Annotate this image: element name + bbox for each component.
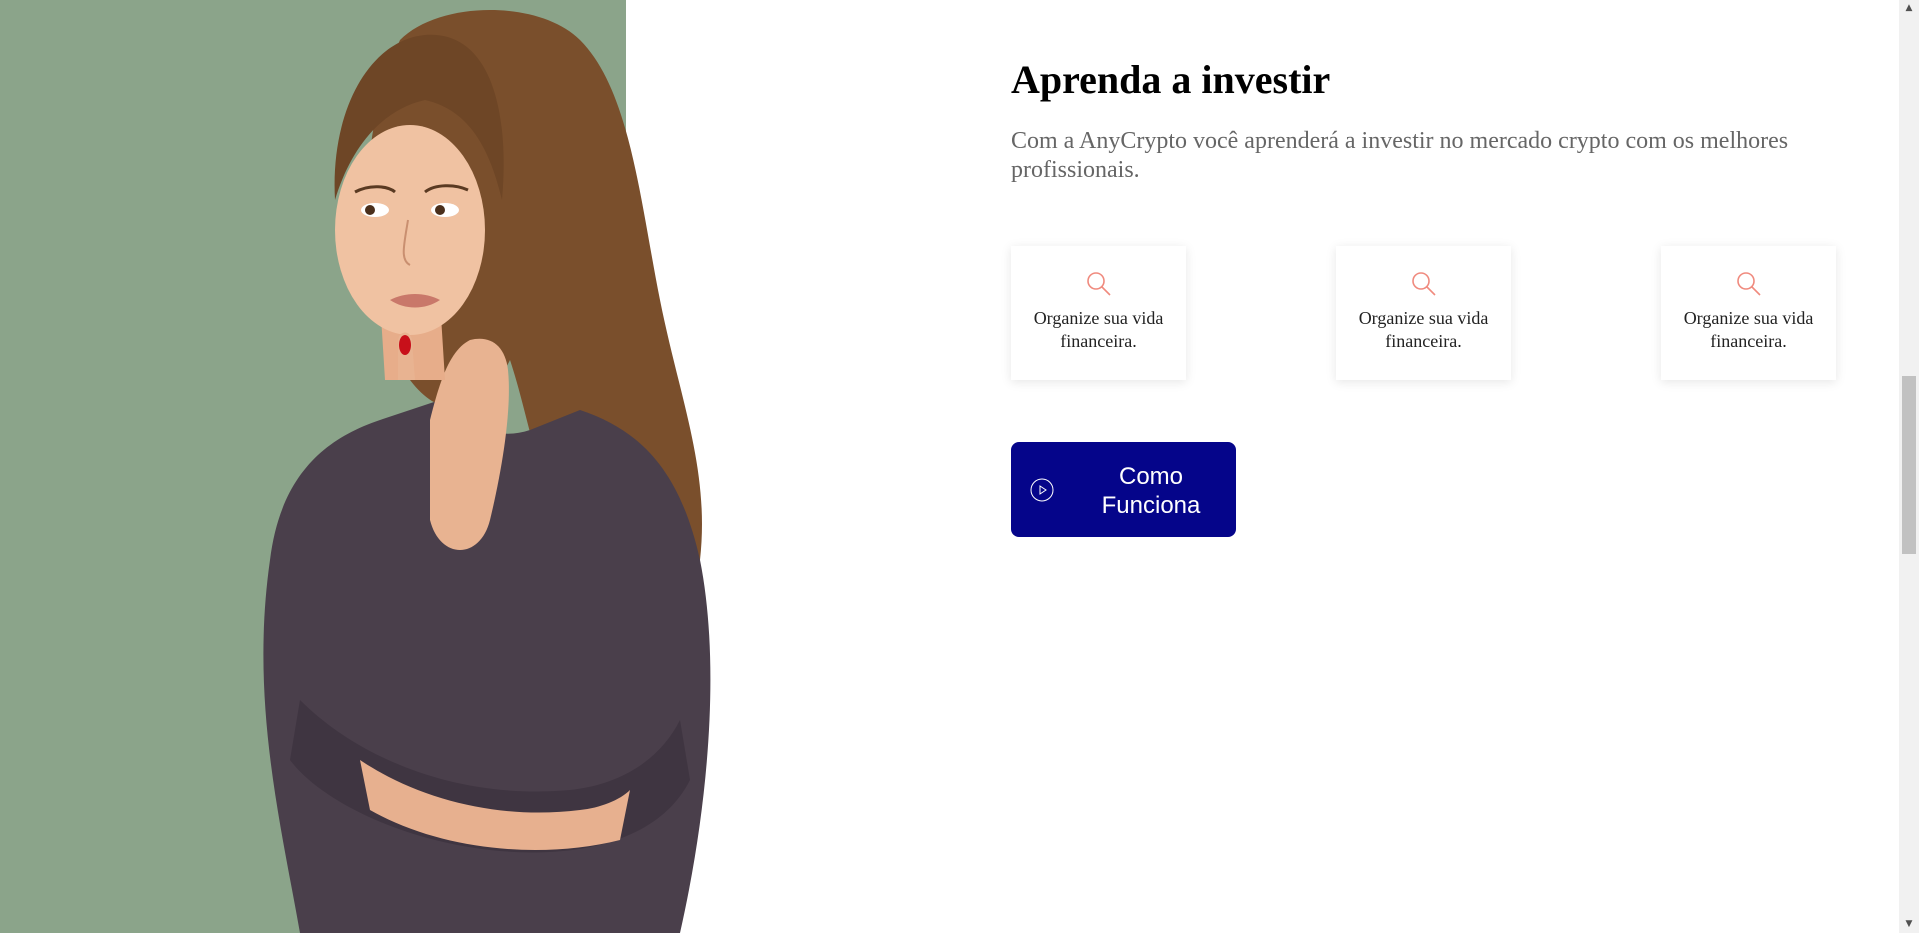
- scrollbar-thumb[interactable]: [1902, 376, 1916, 554]
- how-it-works-label: Como Funciona: [1101, 463, 1201, 519]
- feature-text: Organize sua vida financeira.: [1358, 308, 1489, 351]
- feature-card: Organize sua vida financeira.: [1661, 246, 1836, 380]
- search-icon: [1736, 272, 1761, 296]
- scroll-down-arrow-icon[interactable]: ▼: [1899, 916, 1919, 933]
- section-subtitle: Com a AnyCrypto você aprenderá a investi…: [1011, 128, 1789, 183]
- play-circle-icon: [1030, 478, 1054, 502]
- scroll-up-arrow-icon[interactable]: ▲: [1899, 0, 1919, 17]
- feature-text: Organize sua vida financeira.: [1033, 308, 1164, 351]
- feature-card: Organize sua vida financeira.: [1011, 246, 1186, 380]
- vertical-scrollbar[interactable]: ▲ ▼: [1899, 0, 1919, 933]
- search-icon: [1086, 272, 1111, 296]
- hero-photo: [240, 0, 840, 933]
- feature-card: Organize sua vida financeira.: [1336, 246, 1511, 380]
- how-it-works-button[interactable]: Como Funciona: [1011, 442, 1236, 537]
- feature-text: Organize sua vida financeira.: [1683, 308, 1814, 351]
- search-icon: [1411, 272, 1436, 296]
- section-title: Aprenda a investir: [1011, 57, 1331, 102]
